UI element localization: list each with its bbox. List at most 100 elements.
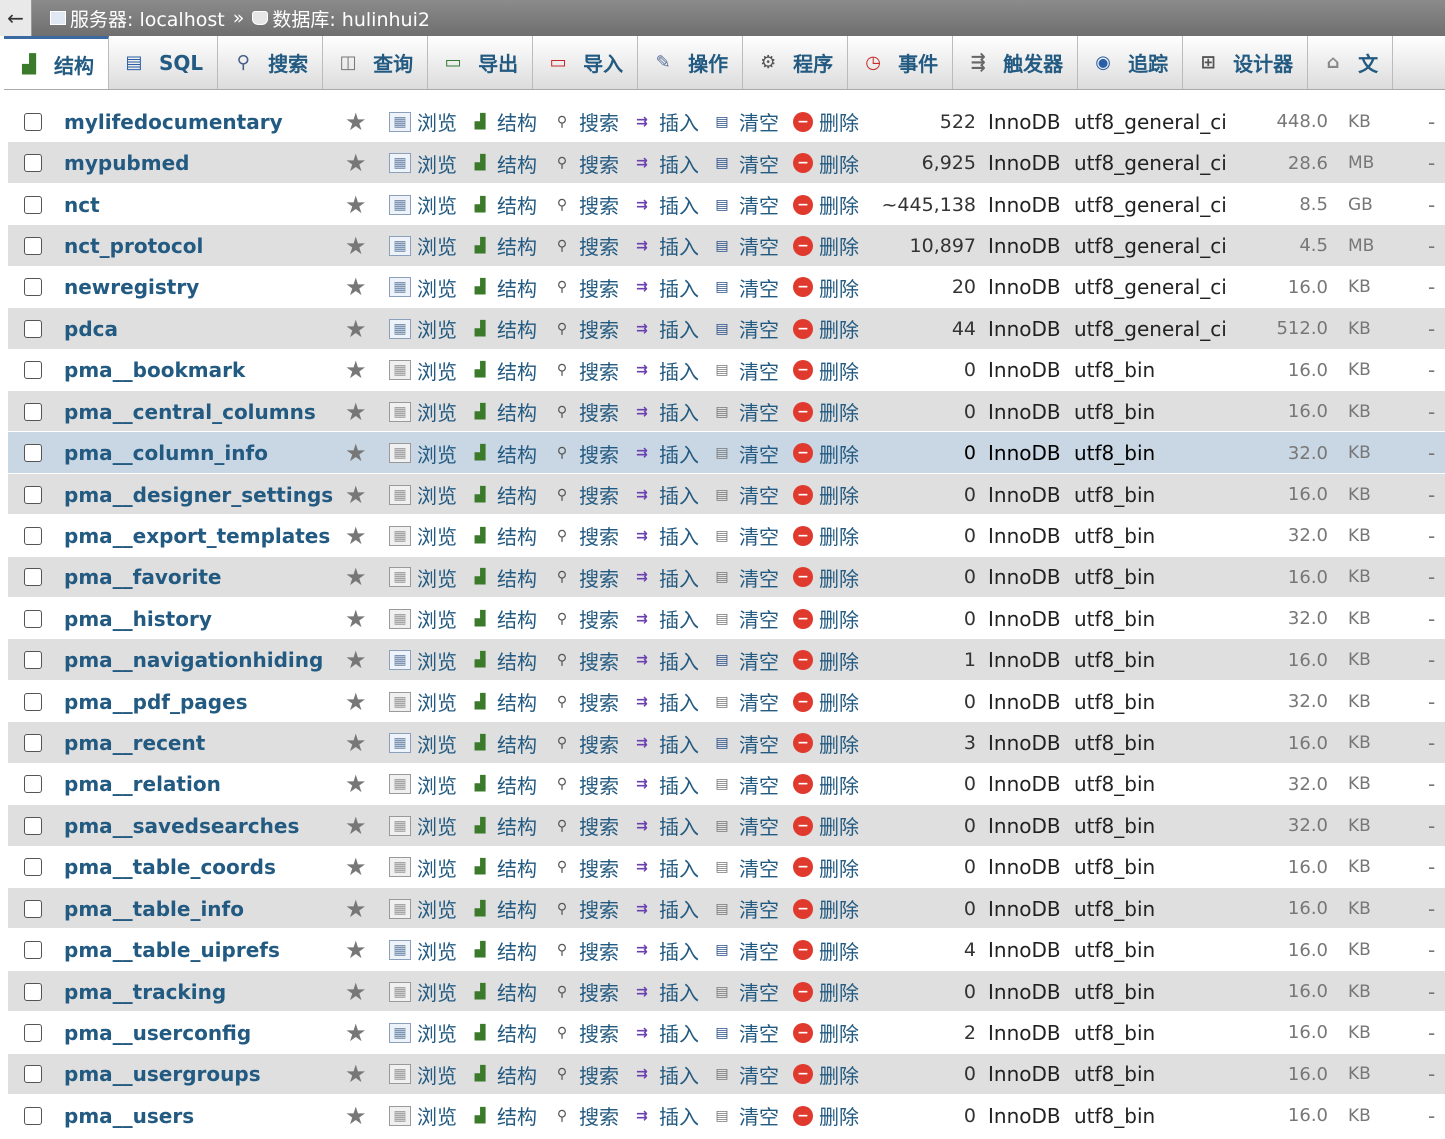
- empty-button[interactable]: ▤ 清空: [711, 1060, 779, 1089]
- structure-button[interactable]: ▟ 结构: [469, 190, 537, 219]
- insert-button[interactable]: ⇉ 插入: [631, 646, 699, 675]
- search-button[interactable]: ⚲ 搜索: [551, 770, 619, 799]
- row-checkbox[interactable]: [24, 361, 42, 380]
- favorite-star-icon[interactable]: ★: [345, 812, 367, 840]
- browse-button[interactable]: ▦ 浏览: [389, 936, 457, 965]
- search-button[interactable]: ⚲ 搜索: [551, 521, 619, 550]
- table-name-link[interactable]: pma__table_coords: [64, 855, 276, 879]
- insert-button[interactable]: ⇉ 插入: [631, 480, 699, 509]
- browse-button[interactable]: ▦ 浏览: [389, 231, 457, 260]
- empty-button[interactable]: ▤ 清空: [711, 729, 779, 758]
- structure-button[interactable]: ▟ 结构: [469, 687, 537, 716]
- breadcrumb-database-link[interactable]: 数据库: hulinhui2: [272, 5, 430, 32]
- insert-button[interactable]: ⇉ 插入: [631, 439, 699, 468]
- table-name-link[interactable]: pma__export_templates: [64, 524, 330, 548]
- drop-button[interactable]: − 删除: [793, 687, 859, 716]
- browse-button[interactable]: ▦ 浏览: [389, 811, 457, 840]
- tab-5[interactable]: ▭ 导入: [533, 36, 639, 89]
- drop-button[interactable]: − 删除: [793, 936, 859, 965]
- table-name-link[interactable]: nct_protocol: [64, 234, 203, 258]
- drop-button[interactable]: − 删除: [793, 646, 859, 675]
- structure-button[interactable]: ▟ 结构: [469, 231, 537, 260]
- empty-button[interactable]: ▤ 清空: [711, 936, 779, 965]
- table-name-link[interactable]: pma__table_info: [64, 897, 244, 921]
- structure-button[interactable]: ▟ 结构: [469, 439, 537, 468]
- insert-button[interactable]: ⇉ 插入: [631, 521, 699, 550]
- favorite-star-icon[interactable]: ★: [345, 563, 367, 591]
- structure-button[interactable]: ▟ 结构: [469, 811, 537, 840]
- table-name-link[interactable]: pma__recent: [64, 731, 205, 755]
- search-button[interactable]: ⚲ 搜索: [551, 977, 619, 1006]
- tab-3[interactable]: ◫ 查询: [323, 36, 429, 89]
- structure-button[interactable]: ▟ 结构: [469, 149, 537, 178]
- drop-button[interactable]: − 删除: [793, 604, 859, 633]
- browse-button[interactable]: ▦ 浏览: [389, 190, 457, 219]
- drop-button[interactable]: − 删除: [793, 397, 859, 426]
- favorite-star-icon[interactable]: ★: [345, 936, 367, 964]
- browse-button[interactable]: ▦ 浏览: [389, 439, 457, 468]
- insert-button[interactable]: ⇉ 插入: [631, 1101, 699, 1130]
- favorite-star-icon[interactable]: ★: [345, 232, 367, 260]
- insert-button[interactable]: ⇉ 插入: [631, 231, 699, 260]
- browse-button[interactable]: ▦ 浏览: [389, 356, 457, 385]
- drop-button[interactable]: − 删除: [793, 273, 859, 302]
- insert-button[interactable]: ⇉ 插入: [631, 894, 699, 923]
- search-button[interactable]: ⚲ 搜索: [551, 190, 619, 219]
- search-button[interactable]: ⚲ 搜索: [551, 397, 619, 426]
- favorite-star-icon[interactable]: ★: [345, 1102, 367, 1130]
- structure-button[interactable]: ▟ 结构: [469, 646, 537, 675]
- row-checkbox[interactable]: [24, 568, 42, 587]
- search-button[interactable]: ⚲ 搜索: [551, 811, 619, 840]
- empty-button[interactable]: ▤ 清空: [711, 770, 779, 799]
- empty-button[interactable]: ▤ 清空: [711, 439, 779, 468]
- empty-button[interactable]: ▤ 清空: [711, 356, 779, 385]
- drop-button[interactable]: − 删除: [793, 563, 859, 592]
- insert-button[interactable]: ⇉ 插入: [631, 356, 699, 385]
- insert-button[interactable]: ⇉ 插入: [631, 729, 699, 758]
- row-checkbox[interactable]: [24, 154, 42, 173]
- table-name-link[interactable]: pma__table_uiprefs: [64, 938, 280, 962]
- favorite-star-icon[interactable]: ★: [345, 688, 367, 716]
- breadcrumb-server-link[interactable]: 服务器: localhost: [70, 5, 225, 32]
- tab-12[interactable]: ⌂ 文: [1308, 36, 1394, 89]
- favorite-star-icon[interactable]: ★: [345, 149, 367, 177]
- search-button[interactable]: ⚲ 搜索: [551, 107, 619, 136]
- browse-button[interactable]: ▦ 浏览: [389, 977, 457, 1006]
- structure-button[interactable]: ▟ 结构: [469, 480, 537, 509]
- drop-button[interactable]: − 删除: [793, 314, 859, 343]
- favorite-star-icon[interactable]: ★: [345, 315, 367, 343]
- structure-button[interactable]: ▟ 结构: [469, 1101, 537, 1130]
- browse-button[interactable]: ▦ 浏览: [389, 397, 457, 426]
- search-button[interactable]: ⚲ 搜索: [551, 231, 619, 260]
- favorite-star-icon[interactable]: ★: [345, 439, 367, 467]
- search-button[interactable]: ⚲ 搜索: [551, 563, 619, 592]
- browse-button[interactable]: ▦ 浏览: [389, 563, 457, 592]
- structure-button[interactable]: ▟ 结构: [469, 1018, 537, 1047]
- structure-button[interactable]: ▟ 结构: [469, 521, 537, 550]
- table-name-link[interactable]: pma__central_columns: [64, 400, 316, 424]
- table-name-link[interactable]: pma__history: [64, 607, 212, 631]
- insert-button[interactable]: ⇉ 插入: [631, 1060, 699, 1089]
- row-checkbox[interactable]: [24, 485, 42, 504]
- browse-button[interactable]: ▦ 浏览: [389, 687, 457, 716]
- empty-button[interactable]: ▤ 清空: [711, 1018, 779, 1047]
- empty-button[interactable]: ▤ 清空: [711, 563, 779, 592]
- row-checkbox[interactable]: [24, 278, 42, 297]
- favorite-star-icon[interactable]: ★: [345, 191, 367, 219]
- insert-button[interactable]: ⇉ 插入: [631, 811, 699, 840]
- favorite-star-icon[interactable]: ★: [345, 398, 367, 426]
- search-button[interactable]: ⚲ 搜索: [551, 149, 619, 178]
- search-button[interactable]: ⚲ 搜索: [551, 314, 619, 343]
- row-checkbox[interactable]: [24, 112, 42, 131]
- browse-button[interactable]: ▦ 浏览: [389, 480, 457, 509]
- table-name-link[interactable]: pma__designer_settings: [64, 483, 333, 507]
- row-checkbox[interactable]: [24, 1106, 42, 1125]
- row-checkbox[interactable]: [24, 858, 42, 877]
- search-button[interactable]: ⚲ 搜索: [551, 439, 619, 468]
- insert-button[interactable]: ⇉ 插入: [631, 149, 699, 178]
- search-button[interactable]: ⚲ 搜索: [551, 604, 619, 633]
- search-button[interactable]: ⚲ 搜索: [551, 1060, 619, 1089]
- empty-button[interactable]: ▤ 清空: [711, 604, 779, 633]
- tab-1[interactable]: ▤ SQL: [109, 36, 219, 89]
- table-name-link[interactable]: pma__favorite: [64, 565, 221, 589]
